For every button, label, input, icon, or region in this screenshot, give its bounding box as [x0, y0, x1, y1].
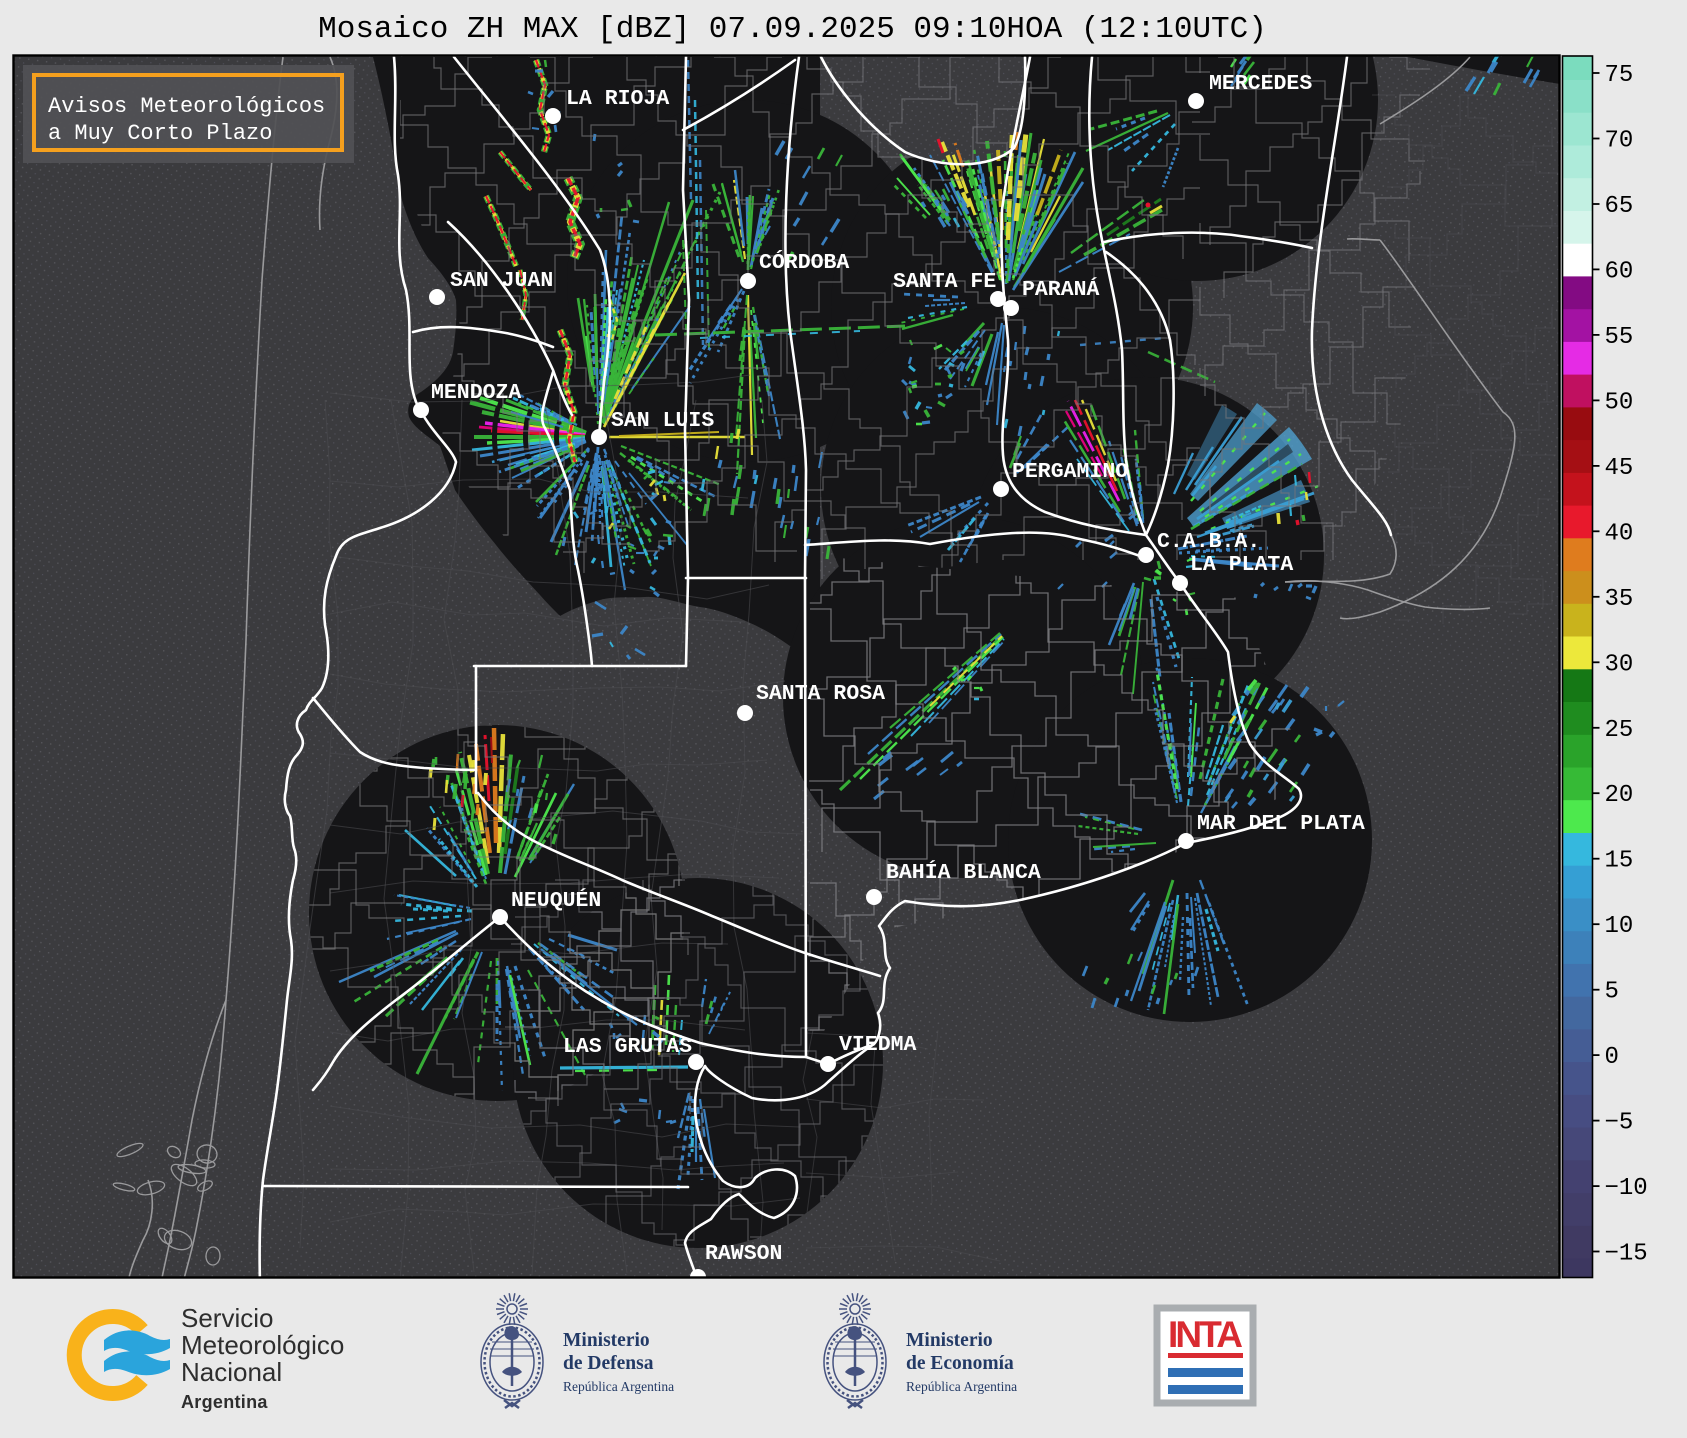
- svg-text:LAS GRUTAS: LAS GRUTAS: [563, 1035, 692, 1059]
- svg-text:35: 35: [1605, 586, 1634, 613]
- svg-text:55: 55: [1605, 324, 1634, 351]
- svg-text:RAWSON: RAWSON: [705, 1242, 782, 1266]
- svg-text:SANTA FE: SANTA FE: [893, 270, 996, 294]
- svg-text:BAHÍA BLANCA: BAHÍA BLANCA: [886, 859, 1041, 885]
- svg-text:30: 30: [1605, 651, 1634, 678]
- svg-text:10: 10: [1605, 913, 1634, 940]
- svg-text:PERGAMINO: PERGAMINO: [1012, 460, 1128, 484]
- svg-text:LA RIOJA: LA RIOJA: [566, 87, 669, 111]
- svg-text:20: 20: [1605, 782, 1634, 809]
- svg-text:40: 40: [1605, 520, 1634, 547]
- svg-text:70: 70: [1605, 128, 1634, 155]
- svg-text:75: 75: [1605, 62, 1634, 89]
- svg-text:−15: −15: [1605, 1241, 1648, 1268]
- svg-text:MAR DEL PLATA: MAR DEL PLATA: [1197, 812, 1365, 836]
- svg-text:LA PLATA: LA PLATA: [1190, 553, 1293, 577]
- svg-text:MENDOZA: MENDOZA: [431, 381, 521, 405]
- svg-text:50: 50: [1605, 389, 1634, 416]
- svg-text:0: 0: [1605, 1044, 1619, 1071]
- svg-text:C.A.B.A.: C.A.B.A.: [1157, 530, 1260, 554]
- svg-text:−5: −5: [1605, 1110, 1634, 1137]
- svg-text:45: 45: [1605, 455, 1634, 482]
- svg-text:60: 60: [1605, 258, 1634, 285]
- svg-text:a Muy Corto Plazo: a Muy Corto Plazo: [48, 121, 272, 146]
- svg-text:5: 5: [1605, 979, 1619, 1006]
- svg-text:25: 25: [1605, 717, 1634, 744]
- svg-text:Avisos Meteorológicos: Avisos Meteorológicos: [48, 94, 325, 119]
- svg-text:MERCEDES: MERCEDES: [1209, 72, 1312, 96]
- svg-text:VIEDMA: VIEDMA: [839, 1033, 917, 1057]
- svg-text:SAN LUIS: SAN LUIS: [611, 409, 714, 433]
- svg-text:SAN JUAN: SAN JUAN: [450, 269, 553, 293]
- svg-text:SANTA ROSA: SANTA ROSA: [756, 682, 885, 706]
- svg-text:NEUQUÉN: NEUQUÉN: [511, 887, 601, 913]
- svg-text:PARANÁ: PARANÁ: [1022, 276, 1100, 302]
- svg-text:−10: −10: [1605, 1175, 1648, 1202]
- svg-text:65: 65: [1605, 193, 1634, 220]
- svg-text:CÓRDOBA: CÓRDOBA: [759, 249, 849, 275]
- svg-text:15: 15: [1605, 848, 1634, 875]
